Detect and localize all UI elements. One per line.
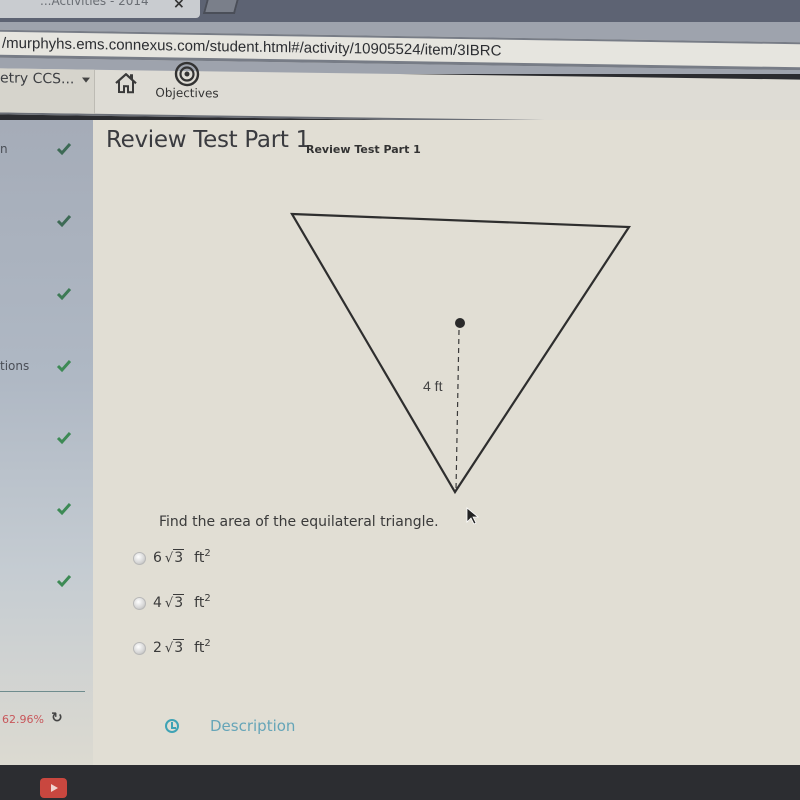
checkmark-icon xyxy=(56,288,72,301)
sidebar-item[interactable] xyxy=(0,570,93,594)
sidebar-item-label: n xyxy=(0,142,8,156)
course-dropdown[interactable]: etry CCS... xyxy=(0,68,95,114)
choice-unit: ft2 xyxy=(194,638,211,656)
close-tab-icon[interactable]: × xyxy=(173,0,185,12)
main-content: Review Test Part 1 Review Test Part 1 4 … xyxy=(93,120,800,765)
new-tab-button[interactable] xyxy=(202,0,240,14)
chevron-down-icon xyxy=(82,77,90,83)
browser-tabstrip: ...Activities - 2014 × xyxy=(0,0,800,22)
mouse-cursor-icon xyxy=(466,507,480,525)
apothem-line xyxy=(455,329,460,491)
sidebar-item[interactable] xyxy=(0,210,93,234)
refresh-icon[interactable]: ↻ xyxy=(51,710,63,726)
sidebar-item[interactable] xyxy=(0,283,93,307)
youtube-app-icon[interactable] xyxy=(40,778,67,798)
sidebar-item-label: tions xyxy=(0,359,30,373)
sidebar-item[interactable] xyxy=(0,498,93,522)
os-taskbar xyxy=(0,765,800,800)
progress-percent: 62.96% xyxy=(2,713,44,726)
objectives-button[interactable]: Objectives xyxy=(152,61,222,106)
choice-coefficient: 2 xyxy=(153,640,162,656)
question-text: Find the area of the equilateral triangl… xyxy=(159,514,439,530)
url-text: /murphyhs.ems.connexus.com/student.html#… xyxy=(2,34,502,60)
browser-tab[interactable]: ...Activities - 2014 × xyxy=(0,0,200,18)
checkmark-icon xyxy=(56,432,72,445)
sidebar-divider xyxy=(0,691,85,692)
radio-button[interactable] xyxy=(133,552,146,565)
triangle-shape xyxy=(290,212,631,495)
sqrt-symbol: √3 xyxy=(164,639,185,656)
app-toolbar: etry CCS... Objectives xyxy=(0,61,800,126)
radio-button[interactable] xyxy=(133,597,146,610)
apothem-label: 4 ft xyxy=(423,378,443,394)
choice-unit: ft2 xyxy=(194,593,211,611)
checkmark-icon xyxy=(56,575,72,588)
tab-title: ...Activities - 2014 xyxy=(40,0,149,8)
objectives-label: Objectives xyxy=(155,85,219,101)
choice-unit: ft2 xyxy=(194,548,211,566)
choice-coefficient: 4 xyxy=(153,595,162,611)
home-icon xyxy=(115,73,137,94)
browser-toolbar: /murphyhs.ems.connexus.com/student.html#… xyxy=(0,22,800,74)
address-bar[interactable]: /murphyhs.ems.connexus.com/student.html#… xyxy=(0,29,800,71)
choice-radicand: 3 xyxy=(173,549,185,566)
choice-radicand: 3 xyxy=(173,594,185,611)
triangle-figure: 4 ft xyxy=(290,212,631,495)
choice-label: 4 √3 ft2 xyxy=(153,593,211,611)
course-label: etry CCS... xyxy=(0,70,75,88)
checkmark-icon xyxy=(56,360,72,373)
choice-radicand: 3 xyxy=(173,639,185,656)
sidebar-item[interactable]: tions xyxy=(0,355,93,379)
choice-coefficient: 6 xyxy=(153,550,162,566)
target-icon xyxy=(174,61,200,87)
choice-label: 2 √3 ft2 xyxy=(153,638,211,656)
sqrt-symbol: √3 xyxy=(164,594,185,611)
radio-button[interactable] xyxy=(133,642,146,655)
sidebar-item[interactable] xyxy=(0,427,93,451)
checkmark-icon xyxy=(56,143,72,156)
description-label: Description xyxy=(210,717,296,735)
lesson-sidebar: n tions 62.96% ↻ xyxy=(0,120,93,765)
choice-label: 6 √3 ft2 xyxy=(153,548,211,566)
checkmark-icon xyxy=(56,215,72,228)
center-point xyxy=(455,318,465,328)
clock-icon xyxy=(165,719,179,733)
sidebar-item[interactable]: n xyxy=(0,138,93,162)
checkmark-icon xyxy=(56,503,72,516)
sqrt-symbol: √3 xyxy=(164,549,185,566)
home-button[interactable] xyxy=(113,70,139,96)
